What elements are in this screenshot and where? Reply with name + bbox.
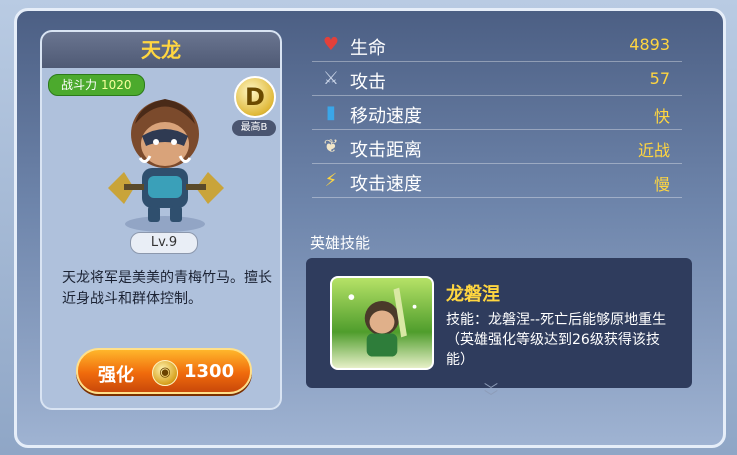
stat-name: 攻击速度	[350, 174, 422, 195]
skill-section-title: 英雄技能	[310, 234, 371, 252]
hero-name: 天龙	[42, 32, 280, 68]
stat-value: 4893	[629, 35, 670, 54]
stat-name: 攻击距离	[350, 140, 422, 161]
hero-portrait-icon[interactable]	[100, 84, 230, 234]
stat-row-attack-speed: ⚡ 攻击速度 慢	[312, 164, 682, 198]
coin-icon: ◉	[152, 360, 178, 386]
sword-icon: ⚔	[322, 68, 340, 89]
hero-card: 天龙 战斗力 1020 D 最高B Lv.9 天龙将军是美美的青梅竹马。擅长近身战…	[40, 30, 282, 410]
stat-value: 近战	[637, 141, 670, 160]
skill-description: 技能：龙磐涅--死亡后能够原地重生（英雄强化等级达到26级获得该技能）	[446, 312, 667, 368]
grade-max-label: 最高B	[232, 120, 276, 136]
feather-icon: ❦	[323, 136, 339, 157]
stat-row-hp: ♥ 生命 4893	[312, 28, 682, 62]
stat-row-move-speed: ▮ 移动速度 快	[312, 96, 682, 130]
boots-icon: ▮	[326, 102, 336, 123]
skill-name: 龙磐涅	[446, 284, 500, 305]
upgrade-cost: 1300	[184, 361, 235, 382]
combat-power-label: 战斗力	[61, 78, 98, 92]
stat-name: 移动速度	[350, 106, 422, 127]
hero-description: 天龙将军是美美的青梅竹马。擅长近身战斗和群体控制。	[62, 270, 272, 307]
stat-row-attack: ⚔ 攻击 57	[312, 62, 682, 96]
chevron-down-icon[interactable]: ﹀ ﹀	[484, 384, 498, 405]
skill-card[interactable]: 龙磐涅 技能：龙磐涅--死亡后能够原地重生（英雄强化等级达到26级获得该技能）	[306, 258, 692, 388]
upgrade-button[interactable]: 强化 ◉ 1300	[76, 348, 252, 394]
stats-list: ♥ 生命 4893 ⚔ 攻击 57 ▮ 移动速度 快 ❦ 攻击距离 近战 ⚡ 攻…	[312, 28, 682, 198]
lightning-icon: ⚡	[324, 170, 338, 191]
stat-name: 攻击	[350, 72, 386, 93]
upgrade-label: 强化	[98, 365, 134, 386]
stat-row-range: ❦ 攻击距离 近战	[312, 130, 682, 164]
stat-value: 快	[653, 107, 670, 126]
hero-level: Lv.9	[130, 232, 198, 254]
grade-badge-icon[interactable]: D	[234, 76, 276, 118]
stat-name: 生命	[350, 38, 386, 59]
stat-value: 57	[649, 69, 670, 88]
heart-icon: ♥	[322, 34, 340, 55]
skill-icon	[330, 276, 434, 370]
stat-value: 慢	[653, 175, 670, 194]
